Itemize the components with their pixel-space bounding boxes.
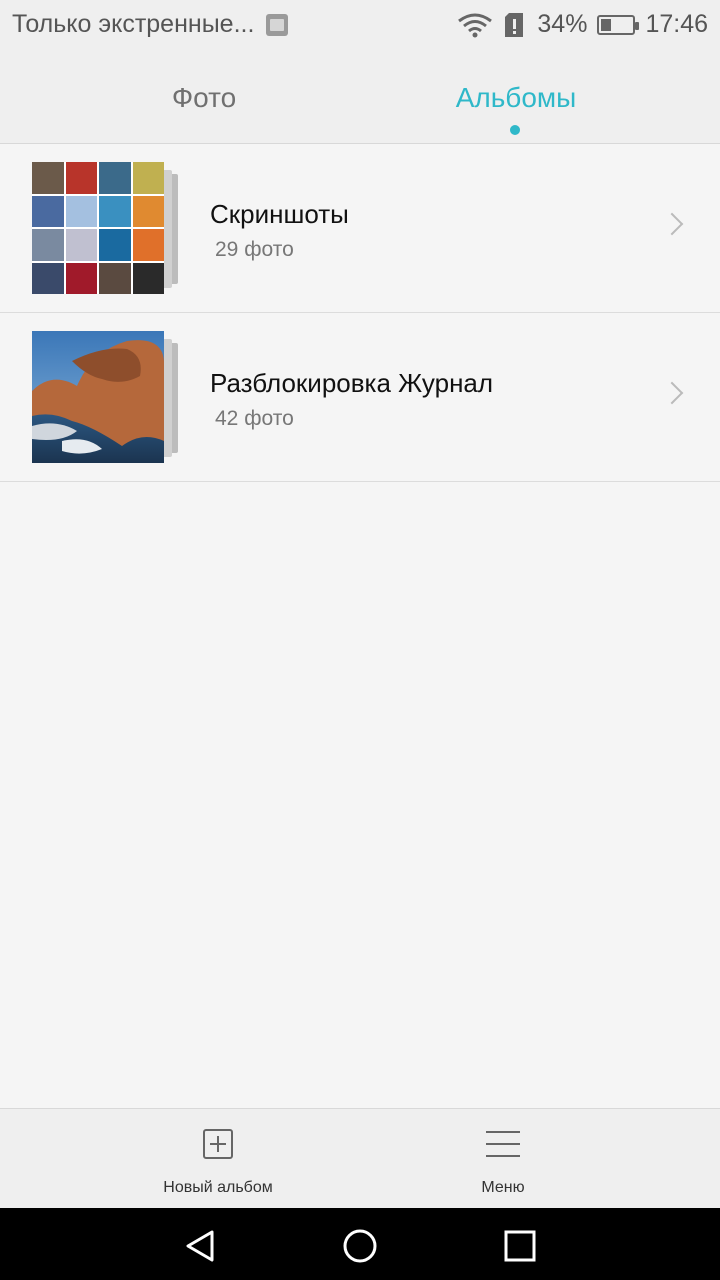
chevron-right-icon — [660, 381, 684, 405]
album-cover — [32, 162, 164, 294]
album-item-unlock-journal[interactable]: Разблокировка Журнал 42 фото — [0, 313, 720, 482]
menu-label: Меню — [481, 1179, 525, 1196]
grid-thumb — [99, 229, 131, 261]
grid-thumb — [32, 262, 64, 294]
album-item-screenshots[interactable]: Скриншоты 29 фото — [0, 144, 720, 313]
album-title: Разблокировка Журнал — [210, 368, 494, 398]
grid-thumb — [132, 229, 164, 261]
status-right: 34% 17:46 — [457, 10, 708, 39]
grid-thumb — [32, 229, 64, 261]
menu-icon — [486, 1127, 520, 1161]
album-title: Скриншоты — [210, 199, 349, 229]
active-tab-indicator — [510, 125, 520, 135]
carrier-text: Только экстренные... — [12, 10, 255, 38]
home-icon[interactable] — [340, 1226, 380, 1266]
grid-thumb — [132, 262, 164, 294]
grid-thumb — [99, 262, 131, 294]
album-cover — [32, 331, 164, 463]
new-album-button[interactable]: Новый альбом — [98, 1127, 338, 1197]
grid-thumb — [65, 229, 97, 261]
gallery-icon — [266, 13, 289, 36]
grid-thumb — [32, 162, 64, 194]
grid-thumb — [99, 195, 131, 227]
grid-thumb — [65, 195, 97, 227]
grid-thumb — [132, 195, 164, 227]
battery-percent: 34% — [537, 10, 588, 38]
grid-thumb — [99, 162, 131, 194]
new-album-label: Новый альбом — [163, 1179, 273, 1196]
grid-thumb — [32, 195, 64, 227]
landscape-image — [32, 331, 164, 463]
album-thumbnail — [32, 331, 182, 465]
grid-thumb — [132, 162, 164, 194]
tab-bar: Фото Альбомы — [0, 52, 720, 144]
menu-button[interactable]: Меню — [383, 1127, 623, 1197]
status-bar: Только экстренные... 34% 17:46 — [0, 0, 720, 52]
grid-thumb — [65, 162, 97, 194]
back-icon[interactable] — [180, 1226, 220, 1266]
chevron-right-icon — [660, 212, 684, 236]
album-thumbnail — [32, 162, 182, 296]
status-left: Только экстренные... — [12, 10, 289, 39]
album-count: 29 фото — [215, 238, 294, 261]
screenshot-grid — [32, 162, 164, 294]
add-album-icon — [201, 1127, 235, 1161]
grid-thumb — [65, 262, 97, 294]
recent-apps-icon[interactable] — [500, 1226, 540, 1266]
tab-photo[interactable]: Фото — [54, 82, 354, 114]
sim-alert-icon — [505, 12, 524, 37]
time: 17:46 — [645, 10, 708, 38]
wifi-icon — [458, 13, 493, 37]
battery-icon — [597, 14, 640, 35]
album-count: 42 фото — [215, 407, 294, 430]
battery-fill — [601, 18, 612, 31]
bottom-action-bar: Новый альбом Меню — [0, 1108, 720, 1209]
navigation-bar — [0, 1208, 720, 1280]
tab-albums[interactable]: Альбомы — [366, 82, 666, 114]
